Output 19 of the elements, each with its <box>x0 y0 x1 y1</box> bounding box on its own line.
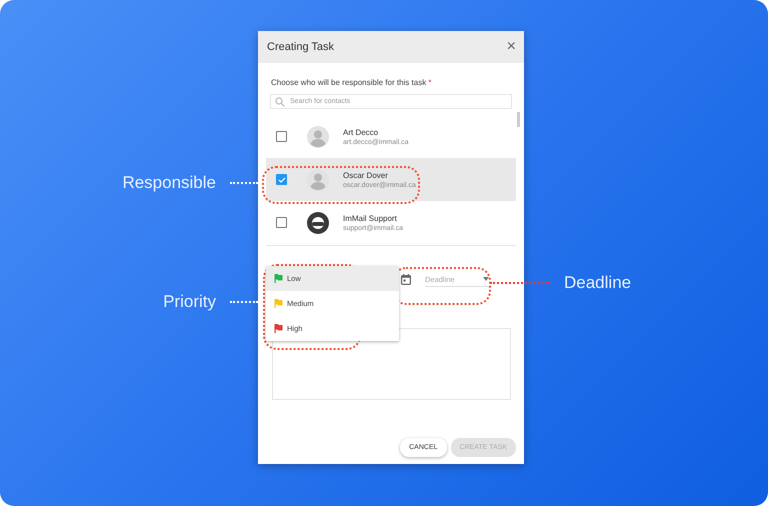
prompt-label: Choose who will be responsible for this task * <box>271 78 433 87</box>
avatar-icon <box>307 126 329 148</box>
close-button[interactable]: × <box>506 39 516 55</box>
callout-label: Deadline <box>564 273 632 293</box>
calendar-icon <box>401 274 411 285</box>
leader-line <box>490 282 550 284</box>
checkbox[interactable] <box>276 217 287 228</box>
avatar-icon <box>307 212 329 234</box>
checkbox[interactable] <box>276 131 287 142</box>
contact-name: ImMail Support <box>343 214 398 222</box>
dialog-title: Creating Task <box>267 41 334 53</box>
callout-label: Responsible <box>122 173 216 193</box>
contact-name: Oscar Dover <box>343 170 389 180</box>
callout-label: Priority <box>163 292 216 312</box>
scrollbar-thumb[interactable] <box>517 112 520 127</box>
dropdown-caret-icon <box>483 277 489 281</box>
checkbox[interactable] <box>276 174 287 185</box>
contact-name: Art Decco <box>343 128 380 136</box>
avatar-icon <box>307 168 329 190</box>
